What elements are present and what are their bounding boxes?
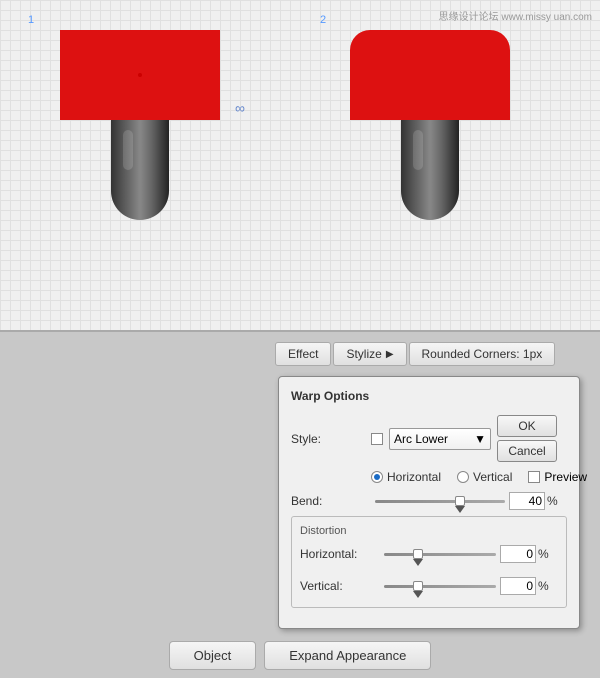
red-rect-right [350, 30, 510, 120]
stylize-arrow-icon: ▶ [386, 349, 394, 360]
distortion-title: Distortion [300, 525, 558, 537]
dialog-title: Warp Options [291, 389, 567, 403]
style-row: Style: Arc Lower ▼ OK Cancel [291, 415, 567, 462]
stylize-button[interactable]: Stylize ▶ [333, 342, 406, 366]
distortion-group: Distortion Horizontal: % Vertical: [291, 516, 567, 608]
vertical-dist-track [384, 585, 496, 588]
watermark: 思缘设计论坛 www.missy uan.com [439, 8, 592, 23]
bend-slider-indicator [455, 506, 465, 513]
rounded-corners-button[interactable]: Rounded Corners: 1px [409, 342, 556, 366]
bend-row: Bend: % [291, 492, 567, 510]
preview-checkbox[interactable] [528, 471, 540, 483]
pin-highlight-right [413, 130, 423, 170]
vertical-label: Vertical [473, 470, 512, 484]
stylize-label: Stylize [346, 347, 381, 361]
bend-slider-track [375, 500, 505, 503]
preview-container: Preview [528, 470, 587, 484]
vertical-radio[interactable]: Vertical [457, 470, 512, 484]
dropdown-arrow-icon: ▼ [474, 432, 486, 446]
vertical-dist-label: Vertical: [300, 579, 380, 593]
pin-body-right [401, 120, 459, 220]
vertical-dist-input[interactable] [500, 577, 536, 595]
style-label: Style: [291, 432, 371, 446]
effect-button[interactable]: Effect [275, 342, 331, 366]
horizontal-dist-input[interactable] [500, 545, 536, 563]
horizontal-dist-slider-container[interactable] [384, 553, 496, 556]
horizontal-radio-dot [371, 471, 383, 483]
bottom-buttons: Object Expand Appearance [10, 641, 590, 670]
horizontal-dist-label: Horizontal: [300, 547, 380, 561]
horizontal-dist-row: Horizontal: % [300, 545, 558, 563]
shape-left [60, 30, 220, 220]
horizontal-label: Horizontal [387, 470, 441, 484]
orientation-radio-group: Horizontal Vertical Preview [371, 470, 567, 484]
preview-label: Preview [544, 470, 587, 484]
pin-body-left [111, 120, 169, 220]
horizontal-dist-indicator [413, 559, 423, 566]
center-dot-left [138, 73, 142, 77]
vertical-dist-row: Vertical: % [300, 577, 558, 595]
link-icon: ∞ [235, 100, 245, 116]
style-checkbox[interactable] [371, 433, 383, 445]
object-button[interactable]: Object [169, 641, 257, 670]
toolbar-row: Effect Stylize ▶ Rounded Corners: 1px [10, 342, 590, 366]
vertical-dist-thumb[interactable] [413, 581, 423, 591]
vertical-dist-slider-container[interactable] [384, 585, 496, 588]
warp-options-dialog: Warp Options Style: Arc Lower ▼ OK Cance… [278, 376, 580, 629]
style-dropdown[interactable]: Arc Lower ▼ [389, 428, 491, 450]
horizontal-dist-thumb[interactable] [413, 549, 423, 559]
expand-appearance-button[interactable]: Expand Appearance [264, 641, 431, 670]
horizontal-dist-track [384, 553, 496, 556]
canvas-num1-label: 1 [28, 14, 34, 26]
horizontal-radio[interactable]: Horizontal [371, 470, 441, 484]
bend-slider-container[interactable] [375, 500, 505, 503]
vertical-dist-percent: % [538, 579, 558, 593]
canvas-num2-label: 2 [320, 14, 326, 26]
shape-right [350, 30, 510, 220]
canvas-area: 1 14 2 ∞ [0, 0, 600, 330]
horizontal-dist-percent: % [538, 547, 558, 561]
red-rect-left [60, 30, 220, 120]
bend-label: Bend: [291, 494, 371, 508]
bend-percent: % [547, 494, 567, 508]
style-value: Arc Lower [394, 432, 448, 446]
vertical-radio-dot [457, 471, 469, 483]
cancel-button[interactable]: Cancel [497, 440, 557, 462]
vertical-dist-indicator [413, 591, 423, 598]
ok-button[interactable]: OK [497, 415, 557, 437]
bottom-panel: Effect Stylize ▶ Rounded Corners: 1px Wa… [0, 330, 600, 678]
bend-value-input[interactable] [509, 492, 545, 510]
pin-highlight-left [123, 130, 133, 170]
bend-slider-thumb[interactable] [455, 496, 465, 506]
